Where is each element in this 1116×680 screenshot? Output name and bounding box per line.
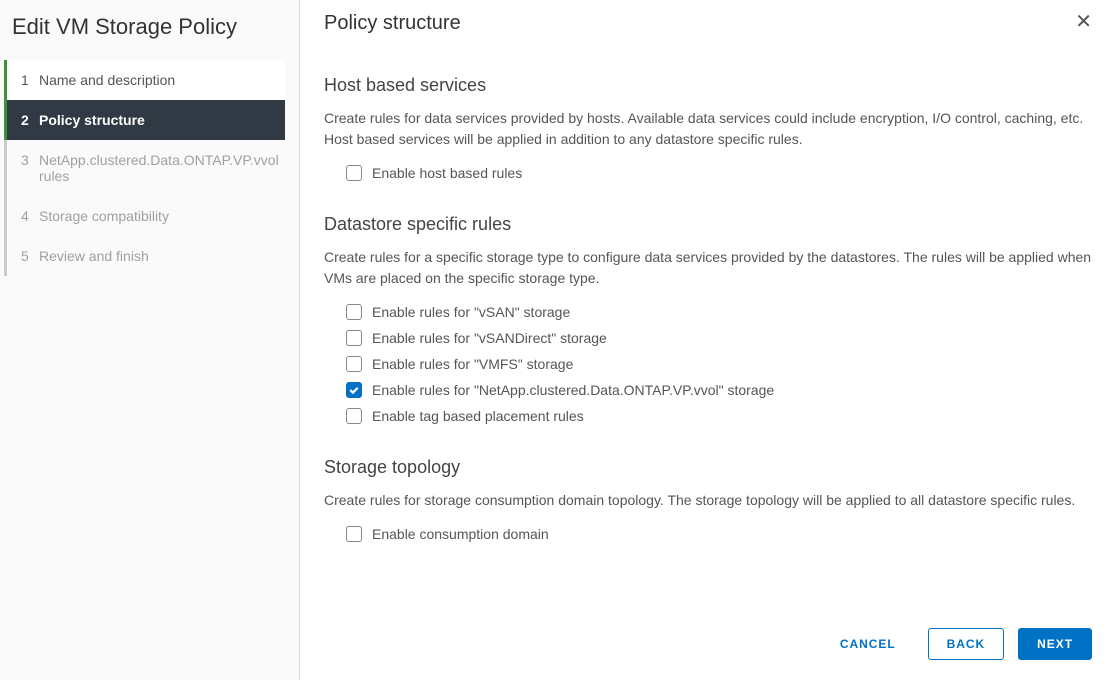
section-datastore-rules: Datastore specific rules Create rules fo… bbox=[324, 214, 1092, 429]
step-number: 5 bbox=[19, 248, 39, 264]
step-storage-compatibility[interactable]: 4 Storage compatibility bbox=[4, 196, 285, 236]
section-storage-topology: Storage topology Create rules for storag… bbox=[324, 457, 1092, 547]
checkbox-label: Enable consumption domain bbox=[372, 526, 549, 542]
main-panel: Policy structure ✕ Host based services C… bbox=[300, 0, 1116, 680]
step-number: 4 bbox=[19, 208, 39, 224]
wizard-sidebar: Edit VM Storage Policy 1 Name and descri… bbox=[0, 0, 300, 680]
step-label: Review and finish bbox=[39, 248, 149, 264]
back-button[interactable]: BACK bbox=[928, 628, 1005, 660]
sidebar-title: Edit VM Storage Policy bbox=[0, 0, 299, 60]
wizard-steps: 1 Name and description 2 Policy structur… bbox=[4, 60, 299, 276]
checkbox-label: Enable rules for "vSAN" storage bbox=[372, 304, 570, 320]
checkbox-consumption-domain[interactable]: Enable consumption domain bbox=[324, 521, 1092, 547]
step-label: NetApp.clustered.Data.ONTAP.VP.vvol rule… bbox=[39, 152, 279, 184]
step-number: 2 bbox=[19, 112, 39, 128]
step-number: 3 bbox=[19, 152, 39, 168]
section-title: Host based services bbox=[324, 75, 1092, 96]
checkbox-vsandirect-storage[interactable]: Enable rules for "vSANDirect" storage bbox=[324, 325, 1092, 351]
modal-edit-vm-storage-policy: Edit VM Storage Policy 1 Name and descri… bbox=[0, 0, 1116, 680]
checkbox-vsan-storage[interactable]: Enable rules for "vSAN" storage bbox=[324, 299, 1092, 325]
checkbox-icon bbox=[346, 356, 362, 372]
section-description: Create rules for data services provided … bbox=[324, 108, 1092, 150]
checkbox-icon bbox=[346, 304, 362, 320]
checkbox-icon bbox=[346, 526, 362, 542]
content-area: Host based services Create rules for dat… bbox=[324, 75, 1092, 608]
step-label: Policy structure bbox=[39, 112, 145, 128]
step-netapp-vvol-rules[interactable]: 3 NetApp.clustered.Data.ONTAP.VP.vvol ru… bbox=[4, 140, 285, 196]
checkbox-vmfs-storage[interactable]: Enable rules for "VMFS" storage bbox=[324, 351, 1092, 377]
section-description: Create rules for a specific storage type… bbox=[324, 247, 1092, 289]
checkbox-label: Enable rules for "VMFS" storage bbox=[372, 356, 573, 372]
wizard-footer: CANCEL BACK NEXT bbox=[324, 608, 1092, 660]
step-number: 1 bbox=[19, 72, 39, 88]
section-title: Datastore specific rules bbox=[324, 214, 1092, 235]
close-icon[interactable]: ✕ bbox=[1075, 12, 1092, 32]
step-review-finish[interactable]: 5 Review and finish bbox=[4, 236, 285, 276]
page-title: Policy structure bbox=[324, 12, 461, 35]
step-label: Storage compatibility bbox=[39, 208, 169, 224]
checkbox-label: Enable rules for "vSANDirect" storage bbox=[372, 330, 607, 346]
checkbox-netapp-vvol-storage[interactable]: Enable rules for "NetApp.clustered.Data.… bbox=[324, 377, 1092, 403]
checkbox-icon bbox=[346, 165, 362, 181]
section-title: Storage topology bbox=[324, 457, 1092, 478]
step-name-description[interactable]: 1 Name and description bbox=[4, 60, 285, 100]
section-description: Create rules for storage consumption dom… bbox=[324, 490, 1092, 511]
section-host-services: Host based services Create rules for dat… bbox=[324, 75, 1092, 186]
main-header: Policy structure ✕ bbox=[324, 12, 1092, 35]
checkbox-tag-placement[interactable]: Enable tag based placement rules bbox=[324, 403, 1092, 429]
checkbox-enable-host-rules[interactable]: Enable host based rules bbox=[324, 160, 1092, 186]
cancel-button[interactable]: CANCEL bbox=[822, 629, 914, 659]
next-button[interactable]: NEXT bbox=[1018, 628, 1092, 660]
checkbox-label: Enable tag based placement rules bbox=[372, 408, 584, 424]
checkbox-label: Enable rules for "NetApp.clustered.Data.… bbox=[372, 382, 774, 398]
step-policy-structure[interactable]: 2 Policy structure bbox=[4, 100, 285, 140]
checkbox-icon bbox=[346, 408, 362, 424]
step-label: Name and description bbox=[39, 72, 175, 88]
checkbox-label: Enable host based rules bbox=[372, 165, 522, 181]
checkbox-icon bbox=[346, 382, 362, 398]
checkbox-icon bbox=[346, 330, 362, 346]
